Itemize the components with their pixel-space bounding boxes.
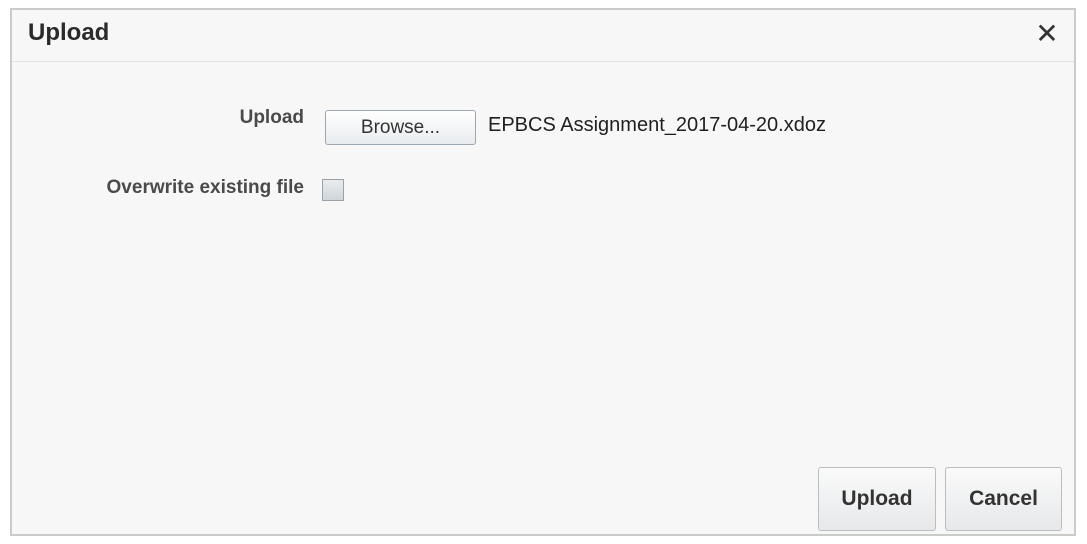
upload-dialog: Upload ✕ Upload Browse... EPBCS Assignme… [10,8,1076,536]
overwrite-label: Overwrite existing file [106,177,304,198]
dialog-title-bar: Upload ✕ [12,10,1074,60]
upload-label: Upload [239,107,304,128]
overwrite-checkbox[interactable] [322,179,344,201]
dialog-title: Upload [28,19,110,46]
cancel-button[interactable]: Cancel [945,467,1062,531]
browse-button[interactable]: Browse... [325,110,476,145]
title-divider [12,61,1074,62]
upload-button[interactable]: Upload [818,467,936,531]
close-icon[interactable]: ✕ [1032,16,1062,50]
selected-file-name: EPBCS Assignment_2017-04-20.xdoz [488,114,826,136]
